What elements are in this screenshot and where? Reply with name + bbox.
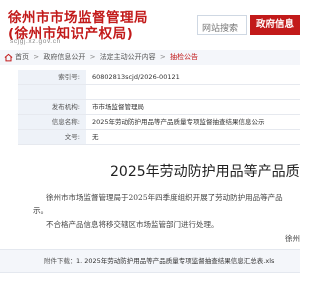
meta-label: 发布机构: xyxy=(18,100,86,114)
site-header: 徐州市市场监督管理局 (徐州市知识产权局) scjgj.xz.gov.cn 政府… xyxy=(0,0,300,48)
article-paragraph: 徐州市市场监督管理局于2025年四季度组织开展了劳动防护用品等产品 xyxy=(46,193,283,202)
meta-label: 信息名称: xyxy=(18,115,86,129)
breadcrumb-separator: > xyxy=(33,53,40,61)
home-icon xyxy=(4,53,13,62)
breadcrumb-separator: > xyxy=(89,53,96,61)
search-input[interactable] xyxy=(198,20,246,38)
meta-label: 索引号: xyxy=(18,70,86,84)
meta-value: 无 xyxy=(92,133,99,141)
search-scope-button[interactable]: 政府信息 xyxy=(250,15,300,35)
meta-row-doc-number: 文号: 无 xyxy=(18,130,300,145)
breadcrumb-item-mandatory-disclosure[interactable]: 法定主动公开内容 xyxy=(100,53,156,61)
meta-row-blank xyxy=(18,85,300,100)
site-domain: scjgj.xz.gov.cn xyxy=(10,38,61,45)
article-paragraph: 不合格产品信息将移交辖区市场监管部门进行处理。 xyxy=(46,220,219,229)
article-signature: 徐州 xyxy=(285,234,300,243)
meta-value: 60802813scjd/2026-00121 xyxy=(92,73,180,81)
breadcrumb: 首页 > 政府信息公开 > 法定主动公开内容 > 抽检公告 xyxy=(0,50,300,65)
attachment-label: 附件下载： xyxy=(44,257,77,265)
article-title: 2025年劳动防护用品等产品质 xyxy=(110,164,300,180)
meta-row-index: 索引号: 60802813scjd/2026-00121 xyxy=(18,70,300,85)
breadcrumb-item-home[interactable]: 首页 xyxy=(15,53,29,61)
breadcrumb-item-gov-info[interactable]: 政府信息公开 xyxy=(43,53,85,61)
breadcrumb-item-current[interactable]: 抽检公告 xyxy=(170,53,198,61)
attachment-file-link[interactable]: 1. 2025年劳动防护用品等产品质量专项监督抽查结果信息汇总表.xls xyxy=(76,250,274,272)
search-box[interactable] xyxy=(197,15,247,38)
meta-label xyxy=(18,85,86,99)
meta-row-publisher: 发布机构: 市市场监督管理局 xyxy=(18,100,300,115)
meta-row-info-name: 信息名称: 2025年劳动防护用品等产品质量专项监督抽查结果信息公示 xyxy=(18,115,300,130)
attachment-bar: 附件下载： 1. 2025年劳动防护用品等产品质量专项监督抽查结果信息汇总表.x… xyxy=(0,249,300,273)
meta-value: 市市场监督管理局 xyxy=(92,103,144,111)
article-paragraph-continuation: 示。 xyxy=(33,206,48,215)
breadcrumb-separator: > xyxy=(159,53,166,61)
document-meta-table: 索引号: 60802813scjd/2026-00121 发布机构: 市市场监督… xyxy=(18,70,300,145)
meta-label: 文号: xyxy=(18,130,86,144)
meta-value: 2025年劳动防护用品等产品质量专项监督抽查结果信息公示 xyxy=(92,118,265,126)
